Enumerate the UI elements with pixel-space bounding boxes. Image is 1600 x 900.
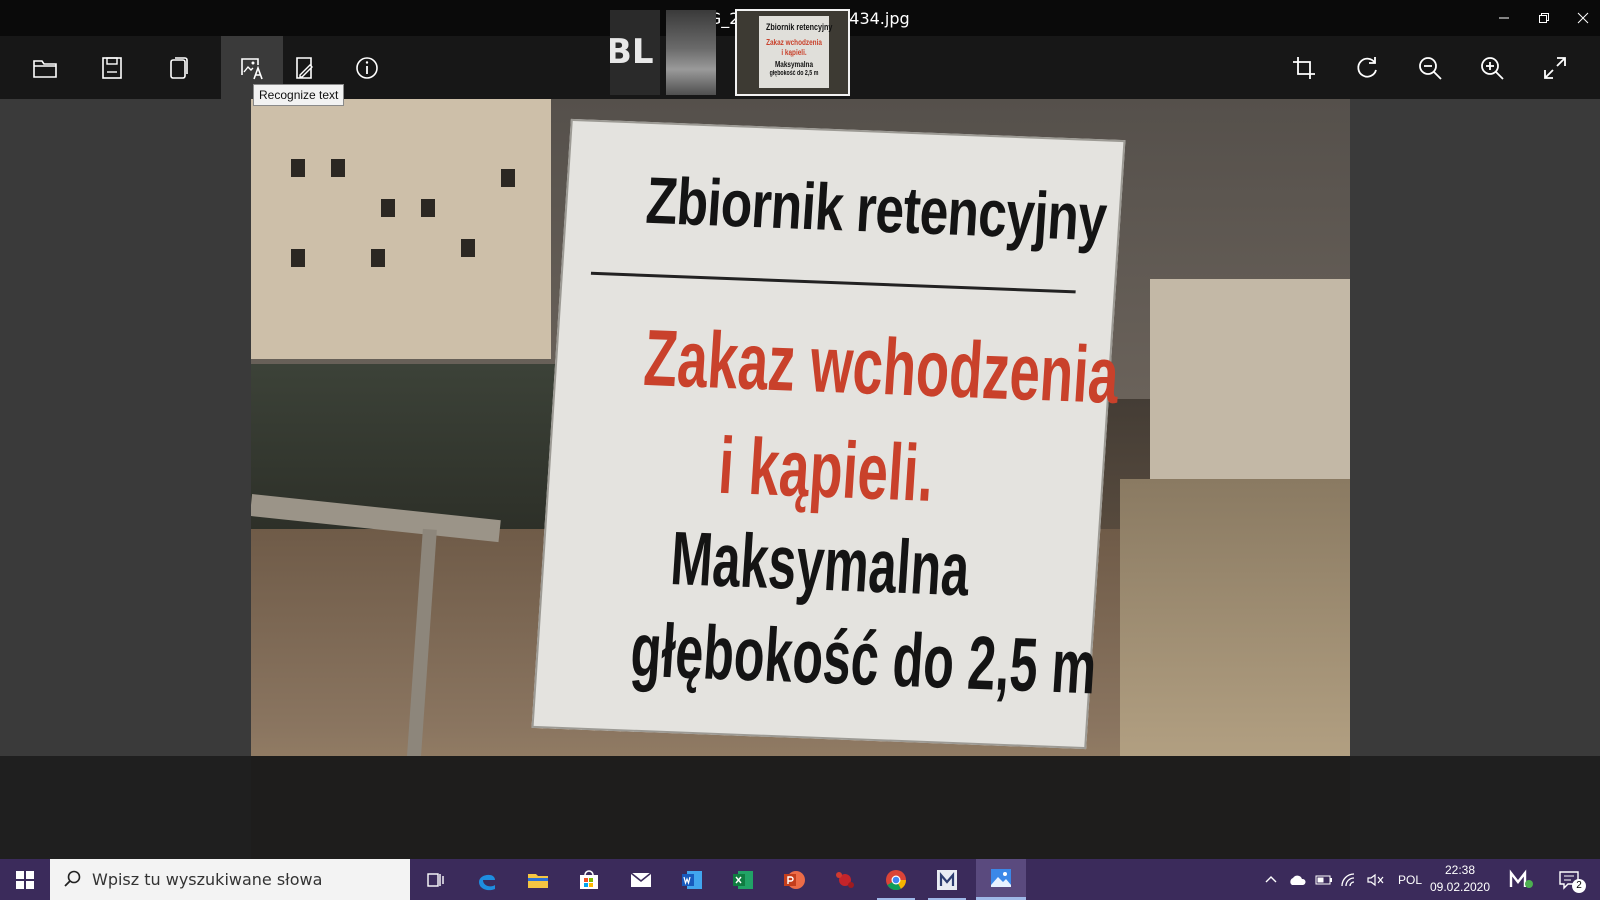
powerpoint-icon (784, 870, 805, 889)
mail-icon (630, 871, 652, 887)
windows-icon (16, 870, 34, 889)
sign-warning-line2: i kąpieli. (716, 420, 937, 518)
volume-muted-icon[interactable] (1366, 872, 1386, 888)
zoom-in-button[interactable] (1461, 36, 1523, 99)
photos-icon (991, 869, 1011, 887)
close-icon (1577, 12, 1589, 24)
filmstrip-thumbnail[interactable] (666, 10, 716, 95)
m-app-icon (937, 869, 957, 890)
folder-icon (33, 59, 57, 78)
save-button[interactable] (81, 36, 143, 99)
system-tray: POL (1264, 859, 1422, 900)
start-button[interactable] (0, 859, 50, 900)
thumbnail-sign-line: głębokość do 2,5 m (769, 70, 819, 77)
search-icon (64, 870, 81, 887)
copy-icon (170, 56, 188, 79)
crop-icon (1293, 56, 1315, 79)
word-icon (682, 870, 702, 889)
search-placeholder: Wpisz tu wyszukiwane słowa (92, 870, 323, 889)
minimize-button[interactable] (1484, 0, 1524, 36)
sign-depth-line1: Maksymalna (668, 516, 972, 613)
red-app-icon (836, 871, 854, 888)
restore-button[interactable] (1524, 0, 1564, 36)
task-view-button[interactable] (410, 859, 460, 900)
retention-tank-sign: Zbiornik retencyjny Zakaz wchodzenia i k… (531, 118, 1126, 750)
copy-button[interactable] (148, 36, 210, 99)
wifi-icon[interactable] (1340, 872, 1360, 888)
excel-icon (733, 870, 753, 889)
m-tray-icon (1509, 869, 1533, 888)
taskbar-search-box[interactable]: Wpisz tu wyszukiwane słowa (50, 859, 410, 900)
clock-date: 09.02.2020 (1429, 880, 1491, 894)
taskbar-app[interactable] (820, 859, 870, 900)
thumbnail-sign-line: Maksymalna (774, 60, 814, 69)
task-view-icon (427, 872, 444, 887)
edit-image-icon (296, 56, 313, 79)
sign-depth-line2: głębokość do 2,5 m (628, 607, 1099, 711)
taskbar-excel[interactable] (718, 859, 768, 900)
taskbar-m-tray-app[interactable] (1500, 859, 1544, 900)
notification-center-button[interactable]: 2 (1548, 859, 1592, 900)
tooltip: Recognize text (253, 84, 345, 106)
rotate-icon (1357, 56, 1377, 78)
photo: Zbiornik retencyjny Zakaz wchodzenia i k… (251, 99, 1350, 859)
info-button[interactable] (336, 36, 398, 99)
thumbnail-sign-line: Zakaz wchodzenia (766, 38, 822, 47)
restore-icon (1539, 13, 1549, 23)
fullscreen-button[interactable] (1524, 36, 1586, 99)
zoom-out-icon (1419, 56, 1442, 80)
taskbar-mail[interactable] (616, 859, 666, 900)
open-folder-button[interactable] (14, 36, 76, 99)
photo-building-left (251, 99, 551, 359)
sign-heading: Zbiornik retencyjny (643, 162, 1109, 255)
zoom-in-icon (1481, 56, 1504, 80)
filmstrip-overlay (251, 756, 1350, 859)
cloud-icon[interactable] (1288, 873, 1308, 887)
thumbnail-sign: Zbiornik retencyjny Zakaz wchodzenia i k… (759, 16, 833, 88)
minimize-icon (1499, 17, 1509, 19)
taskbar-m-app[interactable] (922, 859, 972, 900)
taskbar: Wpisz tu wyszukiwane słowa POL 22:38 09.… (0, 859, 1600, 900)
thumbnail-text: BL (610, 32, 654, 72)
taskbar-word[interactable] (667, 859, 717, 900)
close-button[interactable] (1563, 0, 1600, 36)
notification-count-badge: 2 (1572, 879, 1586, 893)
thumbnail-sign-line: i kąpieli. (781, 48, 807, 57)
photo-building-right (1150, 279, 1350, 509)
battery-icon[interactable] (1314, 873, 1334, 887)
filmstrip-thumbnail[interactable]: BL (610, 10, 660, 95)
crop-button[interactable] (1273, 36, 1335, 99)
taskbar-file-explorer[interactable] (513, 859, 563, 900)
sign-warning-line1: Zakaz wchodzenia (641, 312, 1122, 421)
thumbnail-sign-line: Zbiornik retencyjny (766, 22, 833, 32)
edge-icon (479, 874, 495, 890)
taskbar-chrome[interactable] (871, 859, 921, 900)
recognize-text-icon (241, 57, 263, 79)
clock-time: 22:38 (1444, 863, 1476, 877)
store-icon (580, 869, 598, 889)
sign-divider (590, 271, 1076, 294)
clock[interactable]: 22:38 09.02.2020 (1425, 862, 1495, 896)
rotate-button[interactable] (1336, 36, 1398, 99)
file-explorer-icon (528, 873, 548, 888)
input-language[interactable]: POL (1398, 873, 1422, 887)
save-icon (102, 56, 122, 79)
filmstrip-thumbnail-selected[interactable]: Zbiornik retencyjny Zakaz wchodzenia i k… (735, 9, 850, 96)
photos-app: IMG_20200201_221434.jpg (0, 0, 1600, 900)
chevron-up-icon[interactable] (1264, 873, 1278, 887)
taskbar-powerpoint[interactable] (769, 859, 819, 900)
taskbar-photos[interactable] (976, 859, 1026, 900)
fullscreen-icon (1544, 56, 1566, 79)
info-icon (356, 56, 378, 79)
image-viewport[interactable]: Zbiornik retencyjny Zakaz wchodzenia i k… (0, 99, 1600, 859)
taskbar-edge[interactable] (462, 859, 512, 900)
taskbar-store[interactable] (564, 859, 614, 900)
chrome-icon (886, 869, 907, 890)
zoom-out-button[interactable] (1399, 36, 1461, 99)
